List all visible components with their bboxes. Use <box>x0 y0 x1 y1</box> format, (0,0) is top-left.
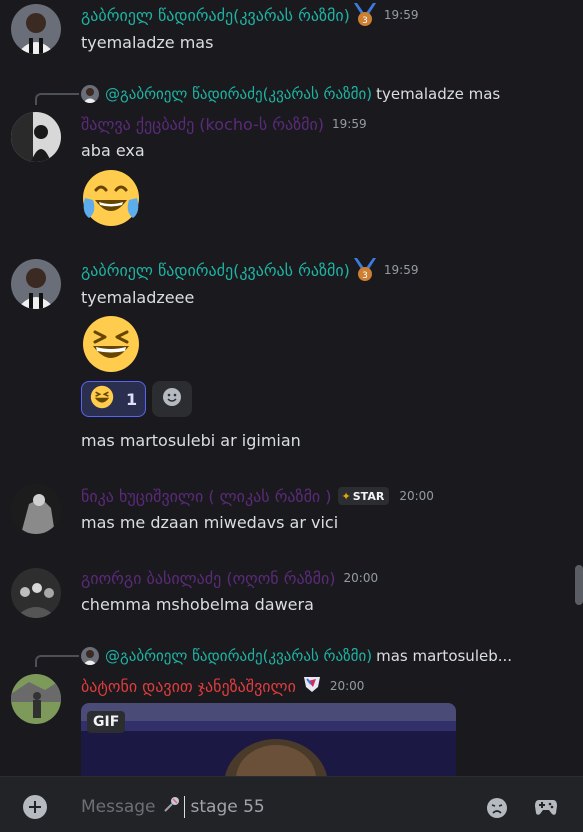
emoji-picker-button[interactable] <box>486 797 508 823</box>
message-header: გაბრიელ წადირაძე(კვარას რაზმი) 3 19:59 <box>81 3 419 27</box>
text-caret <box>183 796 185 818</box>
message-header: შალვა ქეცბაძე (kocho-ს რაზმი) 19:59 <box>81 113 367 135</box>
svg-text:3: 3 <box>362 16 368 26</box>
reaction-button[interactable]: 1 <box>81 381 146 417</box>
author-name[interactable]: ბატონი დავით ჯანეზაშვილი <box>81 677 296 696</box>
message-text: aba exa <box>81 141 145 160</box>
message-text: tyemaladze mas <box>81 33 214 52</box>
shield-badge-icon <box>302 675 322 697</box>
gif-label: GIF <box>87 711 126 733</box>
reply-avatar <box>81 647 99 665</box>
add-reaction-button[interactable] <box>152 381 192 417</box>
joy-emoji <box>81 168 141 228</box>
frowning-face-icon <box>486 798 508 823</box>
star-badge-label: STAR <box>352 489 385 503</box>
timestamp: 19:59 <box>332 117 367 131</box>
input-placeholder: Message <box>81 797 156 817</box>
plus-icon <box>29 798 41 817</box>
avatar[interactable] <box>11 484 61 534</box>
avatar[interactable] <box>11 568 61 618</box>
author-name[interactable]: გიორგი ბასილაძე (ოღონ რაზმი) <box>81 569 336 588</box>
reply-preview-text: tyemaladze mas <box>376 85 501 103</box>
typed-text: stage 55 <box>190 797 265 817</box>
laughing-emoji <box>81 314 141 374</box>
laughing-emoji <box>90 385 114 413</box>
author-name[interactable]: ნიკა ხუციშვილი ( ლიკას რაზმი ) <box>81 487 332 506</box>
reply-reference[interactable]: @გაბრიელ წადირაძე(კვარას რაზმი) tyemalad… <box>81 83 500 105</box>
message-header: გიორგი ბასილაძე (ოღონ რაზმი) 20:00 <box>81 567 378 589</box>
timestamp: 20:00 <box>399 489 434 503</box>
avatar[interactable] <box>11 4 61 54</box>
author-name[interactable]: გაბრიელ წადირაძე(კვარას რაზმი) <box>81 6 350 25</box>
smiley-icon <box>162 387 182 411</box>
reply-connector <box>35 93 79 105</box>
reply-preview-text: mas martosuleb... <box>376 647 513 665</box>
message-input[interactable]: Message stage 55 <box>81 796 265 818</box>
star-icon: ✦ <box>341 489 351 503</box>
attach-button[interactable] <box>23 795 47 819</box>
timestamp: 19:59 <box>383 263 419 277</box>
gamepad-icon <box>534 800 558 821</box>
chat-messages: გაბრიელ წადირაძე(კვარას რაზმი) 3 19:59 t… <box>0 0 583 776</box>
activities-button[interactable] <box>534 797 558 821</box>
reply-connector <box>35 655 79 667</box>
microphone-icon <box>162 796 180 819</box>
svg-text:3: 3 <box>362 271 368 281</box>
reply-author: @გაბრიელ წადირაძე(კვარას რაზმი) <box>105 647 373 665</box>
timestamp: 20:00 <box>329 679 365 693</box>
avatar[interactable] <box>11 674 61 724</box>
avatar[interactable] <box>11 259 61 309</box>
timestamp: 20:00 <box>343 571 379 585</box>
bronze-medal-icon: 3 <box>353 258 376 282</box>
message-text: chemma mshobelma dawera <box>81 595 314 614</box>
message-header: ნიკა ხუციშვილი ( ლიკას რაზმი ) ✦ STAR 20… <box>81 485 434 507</box>
scrollbar-thumb[interactable] <box>575 565 583 605</box>
reply-avatar <box>81 85 99 103</box>
reaction-count: 1 <box>126 389 138 409</box>
message-text: mas me dzaan miwedavs ar vici <box>81 513 339 532</box>
message-text: tyemaladzeee <box>81 288 195 307</box>
message-header: გაბრიელ წადირაძე(კვარას რაზმი) 3 19:59 <box>81 258 419 282</box>
message-composer: Message stage 55 <box>0 776 583 832</box>
message-text: mas martosulebi ar igimian <box>81 431 301 450</box>
bronze-medal-icon: 3 <box>353 3 376 27</box>
reply-author: @გაბრიელ წადირაძე(კვარას რაზმი) <box>105 85 373 103</box>
author-name[interactable]: შალვა ქეცბაძე (kocho-ს რაზმი) <box>81 115 324 134</box>
gif-embed[interactable]: GIF <box>81 703 456 776</box>
star-badge: ✦ STAR <box>337 487 390 505</box>
author-name[interactable]: გაბრიელ წადირაძე(კვარას რაზმი) <box>81 261 350 280</box>
reply-reference[interactable]: @გაბრიელ წადირაძე(კვარას რაზმი) mas mart… <box>81 645 512 667</box>
timestamp: 19:59 <box>383 8 419 22</box>
message-header: ბატონი დავით ჯანეზაშვილი 20:00 <box>81 675 364 697</box>
avatar[interactable] <box>11 112 61 162</box>
